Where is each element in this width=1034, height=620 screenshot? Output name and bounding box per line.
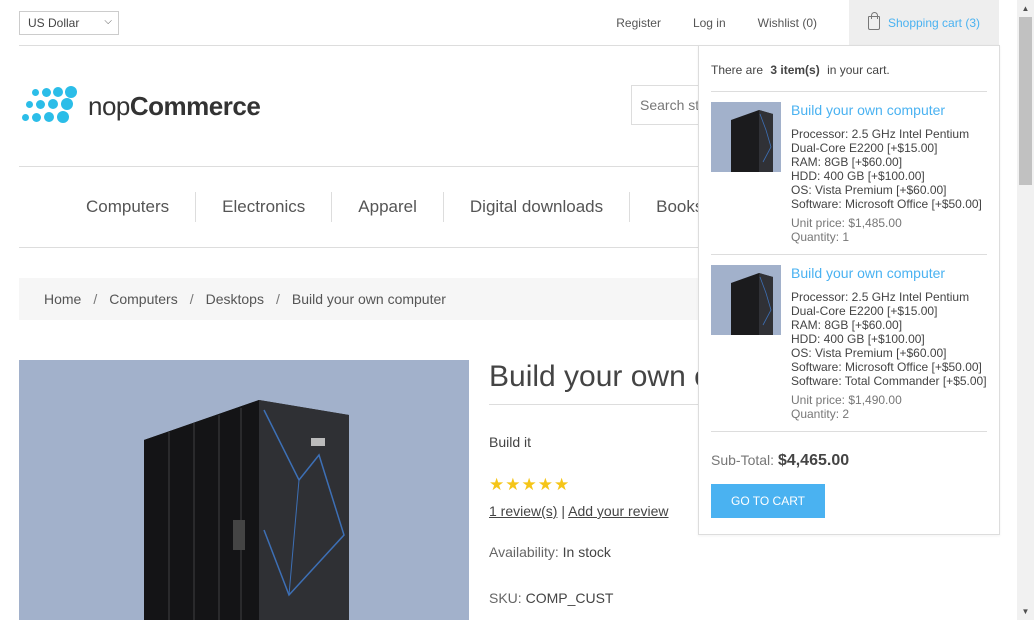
cart-item: Build your own computer Processor: 2.5 G… [711, 255, 987, 432]
cart-item-attr: RAM: 8GB [+$60.00] [791, 155, 903, 169]
cart-item-attr: HDD: 400 GB [+$100.00] [791, 169, 925, 183]
menu-item-digital-downloads[interactable]: Digital downloads [442, 192, 629, 222]
sku: SKU: COMP_CUST [489, 590, 613, 606]
divider [489, 404, 699, 405]
cart-item-unit-price: Unit price: $1,485.00 [791, 216, 902, 230]
logo-dots-icon [22, 85, 80, 127]
cart-item-attr: Dual-Core E2200 [+$15.00] [791, 304, 938, 318]
breadcrumb-current: Build your own computer [291, 291, 446, 307]
subtotal-label: Sub-Total: [711, 452, 775, 468]
currency-selected-label: US Dollar [28, 16, 80, 30]
header-links: Register Log in Wishlist (0) Shopping ca… [616, 0, 999, 45]
product-short-description: Build it [489, 434, 532, 450]
cart-item: Build your own computer Processor: 2.5 G… [711, 92, 987, 255]
cart-item-unit-price: Unit price: $1,490.00 [791, 393, 902, 407]
chevron-down-icon: ⌵ [104, 16, 112, 27]
subtotal-value: $4,465.00 [777, 452, 850, 469]
wishlist-link[interactable]: Wishlist (0) [758, 16, 817, 30]
cart-item-name[interactable]: Build your own computer [791, 102, 987, 118]
cart-item-attr: HDD: 400 GB [+$100.00] [791, 332, 925, 346]
flyout-cart: There are 3 item(s) in your cart. Build … [698, 45, 1000, 535]
cart-item-attr: RAM: 8GB [+$60.00] [791, 318, 903, 332]
availability: Availability: In stock [489, 544, 611, 560]
breadcrumb-separator: / [189, 291, 194, 307]
shopping-cart-label: Shopping cart (3) [887, 15, 981, 30]
cart-item-thumbnail[interactable] [711, 265, 781, 335]
shopping-bag-icon [867, 11, 880, 30]
go-to-cart-button[interactable]: GO TO CART [711, 484, 825, 518]
register-link[interactable]: Register [616, 16, 661, 30]
login-link[interactable]: Log in [693, 16, 726, 30]
cart-item-attr: Software: Microsoft Office [+$50.00] [791, 197, 982, 211]
cart-item-attr: Processor: 2.5 GHz Intel Pentium [791, 127, 970, 141]
rating-stars: ★★★★★ [489, 475, 571, 494]
availability-label: Availability: [489, 544, 559, 560]
cart-item-attr: OS: Vista Premium [+$60.00] [791, 183, 947, 197]
breadcrumb-separator: / [275, 291, 280, 307]
computer-tower-illustration [144, 400, 349, 620]
site-logo[interactable]: nopCommerce [22, 85, 261, 127]
breadcrumb: Home / Computers / Desktops / Build your own c… [19, 278, 699, 320]
product-image[interactable] [19, 360, 469, 620]
cart-item-attr: Software: Total Commander [+$5.00] [791, 374, 987, 388]
scroll-up-arrow-icon[interactable]: ▲ [1017, 0, 1034, 17]
cart-item-attr: Software: Microsoft Office [+$50.00] [791, 360, 982, 374]
menu-item-computers[interactable]: Computers [60, 192, 195, 222]
add-review-link[interactable]: Add your review [568, 503, 668, 519]
breadcrumb-separator: / [93, 291, 98, 307]
scrollbar-thumb[interactable] [1019, 17, 1032, 185]
reviews-link[interactable]: 1 review(s) [489, 503, 557, 519]
currency-select[interactable]: US Dollar ⌵ [19, 11, 119, 35]
page-scrollbar[interactable]: ▲ ▼ [1017, 0, 1034, 620]
cart-item-quantity: Quantity: 2 [791, 407, 850, 421]
cart-item-attr: Processor: 2.5 GHz Intel Pentium [791, 290, 970, 304]
header-upper: US Dollar ⌵ Register Log in Wishlist (0)… [19, 0, 999, 46]
cart-item-name[interactable]: Build your own computer [791, 265, 987, 281]
menu-item-electronics[interactable]: Electronics [195, 192, 331, 222]
logo-text: nopCommerce [88, 90, 261, 121]
cart-item-attr: OS: Vista Premium [+$60.00] [791, 346, 947, 360]
breadcrumb-home[interactable]: Home [44, 291, 81, 307]
reviews-separator: | [561, 503, 565, 519]
shopping-cart-link[interactable]: Shopping cart (3) [849, 0, 999, 45]
cart-subtotal: Sub-Total: $4,465.00 [711, 452, 987, 470]
cart-count-text: There are 3 item(s) in your cart. [711, 46, 987, 92]
cart-item-attr: Dual-Core E2200 [+$15.00] [791, 141, 938, 155]
scroll-down-arrow-icon[interactable]: ▼ [1017, 603, 1034, 620]
breadcrumb-computers[interactable]: Computers [109, 291, 177, 307]
product-reviews-overview: 1 review(s) | Add your review [489, 503, 669, 519]
sku-value: COMP_CUST [525, 590, 614, 606]
menu-item-apparel[interactable]: Apparel [331, 192, 443, 222]
breadcrumb-desktops[interactable]: Desktops [206, 291, 264, 307]
cart-item-quantity: Quantity: 1 [791, 230, 850, 244]
cart-item-thumbnail[interactable] [711, 102, 781, 172]
availability-value: In stock [562, 544, 611, 560]
sku-label: SKU: [489, 590, 522, 606]
